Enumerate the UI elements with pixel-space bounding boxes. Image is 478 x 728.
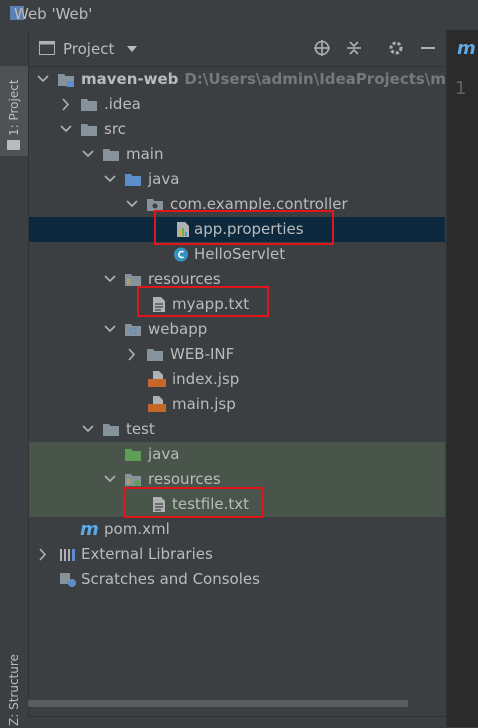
test-source-folder-icon	[125, 449, 141, 461]
line-number: 1	[455, 78, 467, 99]
tab-project[interactable]: 1: Project	[0, 66, 28, 156]
tree-row-test[interactable]: test	[29, 417, 445, 442]
tree-row-external-libraries[interactable]: External Libraries	[29, 542, 445, 567]
bottom-tool-bar	[28, 716, 478, 728]
editor-area[interactable]: m 1	[446, 30, 478, 727]
test-resources-folder-icon	[125, 474, 141, 486]
chevron-down-icon[interactable]	[126, 192, 138, 217]
project-panel: Project maven-web D:\Users\admin\IdeaProj…	[29, 30, 478, 727]
panel-header: Project	[29, 30, 445, 67]
chevron-down-icon[interactable]	[104, 467, 116, 492]
horizontal-scrollbar[interactable]	[28, 700, 408, 707]
gear-icon[interactable]	[387, 39, 405, 57]
chevron-right-icon[interactable]	[126, 342, 138, 367]
folder-icon	[103, 149, 119, 161]
title-bar: Web 'Web'	[0, 0, 478, 31]
chevron-down-icon[interactable]	[104, 167, 116, 192]
tree-row-web-inf[interactable]: WEB-INF	[29, 342, 445, 367]
tree-row-main[interactable]: main	[29, 142, 445, 167]
tree-label: webapp	[148, 320, 208, 338]
tree-label: index.jsp	[172, 370, 240, 388]
panel-title[interactable]: Project	[63, 40, 114, 58]
chevron-right-icon[interactable]	[60, 92, 72, 117]
maven-icon: m	[80, 519, 99, 540]
chevron-down-icon[interactable]	[104, 317, 116, 342]
project-view-icon	[39, 41, 55, 55]
tree-row-helloservlet[interactable]: HelloServlet	[29, 242, 445, 267]
chevron-down-icon[interactable]	[104, 267, 116, 292]
scratches-icon	[60, 573, 76, 587]
module-folder-icon	[58, 74, 74, 87]
tree-label: pom.xml	[104, 520, 170, 538]
highlight-box-myapp-txt	[137, 286, 269, 317]
libraries-icon	[60, 549, 75, 561]
tree-row-webapp[interactable]: webapp	[29, 317, 445, 342]
source-folder-icon	[125, 174, 141, 186]
tree-row-pom-xml[interactable]: m pom.xml	[29, 517, 445, 542]
tab-project-label: 1: Project	[7, 79, 21, 136]
tree-label: src	[104, 120, 126, 138]
locate-icon[interactable]	[313, 39, 331, 57]
folder-icon	[103, 424, 119, 436]
jsp-file-icon	[148, 371, 166, 387]
tree-row-index-jsp[interactable]: index.jsp	[29, 367, 445, 392]
tree-label: Scratches and Consoles	[81, 570, 260, 588]
chevron-down-icon[interactable]	[82, 142, 94, 167]
tree-row-maven-web[interactable]: maven-web D:\Users\admin\IdeaProjects\mav…	[29, 67, 478, 92]
chevron-down-icon[interactable]	[127, 46, 137, 52]
tree-label: WEB-INF	[170, 345, 235, 363]
folder-icon	[81, 99, 97, 111]
tree-row-test-java[interactable]: java	[29, 442, 445, 467]
tab-structure-label: Z: Structure	[7, 654, 21, 726]
chevron-right-icon[interactable]	[37, 542, 49, 567]
collapse-all-icon[interactable]	[345, 39, 363, 57]
chevron-down-icon[interactable]	[60, 117, 72, 142]
tree-row-java[interactable]: java	[29, 167, 445, 192]
tree-label: maven-web D:\Users\admin\IdeaProjects\mav…	[81, 67, 478, 92]
jsp-file-icon	[148, 396, 166, 412]
web-folder-icon	[125, 324, 141, 336]
project-folder-icon	[7, 140, 20, 150]
tree-label: .idea	[104, 95, 141, 113]
folder-icon	[81, 124, 97, 136]
tree-row-scratches[interactable]: Scratches and Consoles	[29, 567, 445, 592]
left-tool-strip: 1: Project Z: Structure	[0, 30, 29, 727]
highlight-box-testfile-txt	[124, 487, 263, 518]
class-icon	[174, 247, 188, 262]
tree-row-main-jsp[interactable]: main.jsp	[29, 392, 445, 417]
tree-label: main.jsp	[172, 395, 236, 413]
window-title: Web 'Web'	[14, 5, 93, 23]
tree-row-src[interactable]: src	[29, 117, 445, 142]
chevron-down-icon[interactable]	[82, 417, 94, 442]
tree-label: test	[126, 420, 155, 438]
editor-tab-maven-icon[interactable]: m	[457, 38, 476, 59]
tree-label: main	[126, 145, 164, 163]
tree-label: java	[148, 445, 180, 463]
tree-label: java	[148, 170, 180, 188]
folder-icon	[147, 349, 163, 361]
tree-label: External Libraries	[81, 545, 213, 563]
hide-icon[interactable]	[419, 39, 437, 57]
chevron-down-icon[interactable]	[37, 67, 49, 92]
highlight-box-app-properties	[154, 210, 334, 245]
tree-row-idea[interactable]: .idea	[29, 92, 445, 117]
tree-label: HelloServlet	[194, 245, 286, 263]
project-path: D:\Users\admin\IdeaProjects\maven-	[184, 70, 478, 88]
